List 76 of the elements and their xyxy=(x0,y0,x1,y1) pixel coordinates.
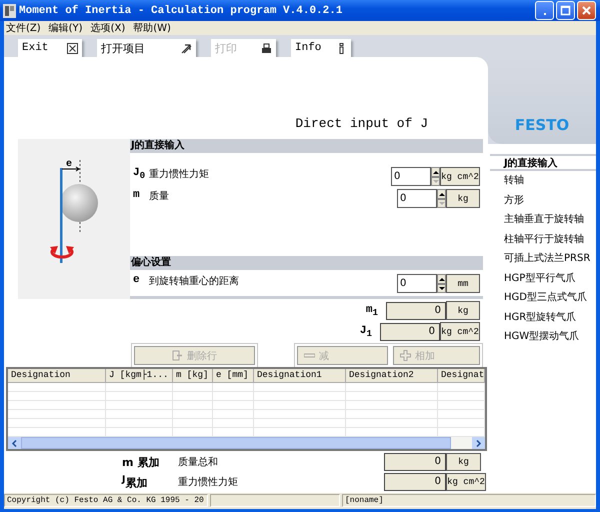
number-field[interactable]: 0 xyxy=(397,274,437,294)
total-label: 重力惯性力矩 xyxy=(178,476,239,490)
field-label: 质量 xyxy=(149,190,169,204)
status-text: [noname] xyxy=(342,494,596,508)
delete-row-icon xyxy=(172,350,183,362)
sidebar-item[interactable]: J的直接输入 xyxy=(490,154,596,172)
total-label: 质量总和 xyxy=(178,456,219,470)
brand-logo: FESTO xyxy=(514,116,570,134)
symbol-label: $^{J}$累加 xyxy=(122,474,148,491)
sidebar-item[interactable]: HGD型三点式气爪 xyxy=(490,288,596,308)
output-field: 0 xyxy=(384,473,446,492)
rotation-arrow-icon xyxy=(50,246,74,259)
unit-label: mm xyxy=(446,274,480,294)
scroll-right-button[interactable] xyxy=(472,436,485,450)
output-field: 0 xyxy=(384,453,446,472)
column-header[interactable]: Designat xyxy=(438,369,485,382)
close-box-icon xyxy=(67,42,78,54)
field-label: 重力惯性力矩 xyxy=(149,168,209,182)
toolbar-button[interactable]: Exit xyxy=(18,39,82,58)
column-header[interactable]: Designation1 xyxy=(254,369,346,382)
menu-item[interactable]: 编辑(Y) xyxy=(48,21,83,36)
close-icon xyxy=(581,5,592,16)
symbol-label: J$_{1}$ xyxy=(360,324,372,339)
window-title: Moment of Inertia - Calculation program V.4.0.2.1 xyxy=(19,4,344,17)
unit-label: kg cm^2 xyxy=(446,473,486,492)
minimize-button[interactable] xyxy=(535,1,554,20)
sidebar-item[interactable]: 方形 xyxy=(490,190,596,210)
unit-label: kg cm^2 xyxy=(440,322,480,342)
dimension-label: e xyxy=(66,159,72,170)
spin-up-button[interactable] xyxy=(437,274,446,284)
unit-label: kg cm^2 xyxy=(440,167,480,186)
app-icon xyxy=(3,4,16,18)
section-header: J的直接输入 xyxy=(130,139,483,154)
symbol-label: e xyxy=(133,274,141,286)
output-field: 0 xyxy=(380,322,440,341)
sidebar-item[interactable]: 可插上式法兰PRSR xyxy=(490,249,596,269)
maximize-icon xyxy=(560,5,571,16)
sidebar-item[interactable]: HGW型摆动气爪 xyxy=(490,327,596,347)
sidebar-item[interactable]: HGP型平行气爪 xyxy=(490,268,596,288)
output-field: 0 xyxy=(386,302,446,320)
menu-item[interactable]: 帮助(W) xyxy=(133,21,171,36)
unit-label: kg xyxy=(446,301,480,320)
sidebar-item[interactable]: HGR型旋转气爪 xyxy=(490,308,596,328)
page-title: Direct input of J xyxy=(295,116,428,132)
section-header: 偏心设置 xyxy=(130,256,483,270)
toolbar-button[interactable]: 打开项目 xyxy=(97,39,196,58)
toolbar-button[interactable]: Info xyxy=(291,39,351,58)
sidebar-item[interactable]: 转轴 xyxy=(490,171,596,191)
plus-icon xyxy=(400,350,411,362)
close-button[interactable] xyxy=(577,1,596,20)
spin-up-button[interactable] xyxy=(437,189,446,199)
diagonal-arrow-icon xyxy=(181,42,192,54)
column-header[interactable]: e [mm] xyxy=(213,369,254,382)
symbol-label: m$_{1}$ xyxy=(366,304,378,318)
column-header[interactable]: m [kg] xyxy=(173,369,213,382)
menu-item[interactable]: 文件(Z) xyxy=(6,21,41,36)
unit-label: kg xyxy=(446,453,481,472)
column-header[interactable]: Designation2 xyxy=(346,369,438,382)
status-text: Copyright (c) Festo AG & Co. KG 1995 - 20 xyxy=(4,494,208,508)
spin-up-button[interactable] xyxy=(431,167,440,177)
printer-icon xyxy=(261,42,272,54)
column-header[interactable]: Designation xyxy=(8,369,106,382)
maximize-button[interactable] xyxy=(556,1,575,20)
menu-item[interactable]: 选项(X) xyxy=(90,21,126,36)
symbol-label: m 累加 xyxy=(122,454,160,470)
unit-label: kg xyxy=(446,189,480,208)
field-label: 到旋转轴重心的距离 xyxy=(149,274,239,288)
number-field[interactable]: 0 xyxy=(391,167,431,186)
sidebar-item[interactable]: 主轴垂直于旋转轴 xyxy=(490,210,596,230)
column-header[interactable]: J [kgm├1... xyxy=(106,369,173,382)
scroll-left-button[interactable] xyxy=(8,436,21,450)
number-field[interactable]: 0 xyxy=(397,189,437,208)
sidebar-item[interactable]: 柱轴平行于旋转轴 xyxy=(490,230,596,250)
symbol-label: J$_{0}$ xyxy=(133,167,146,182)
scroll-thumb[interactable] xyxy=(21,436,451,450)
symbol-label: m xyxy=(133,189,141,202)
